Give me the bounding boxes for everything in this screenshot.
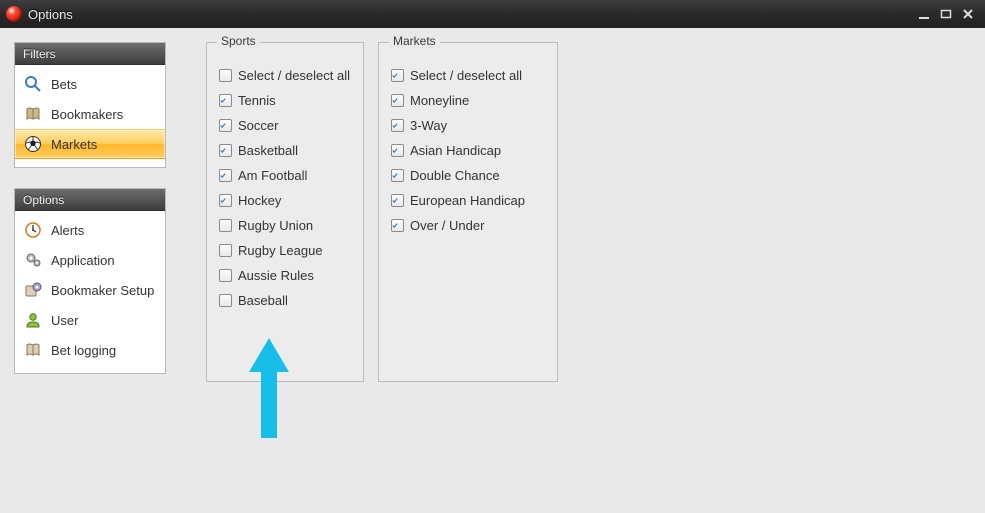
gears-icon [23,250,43,270]
content-area: Sports Select / deselect allTennisSoccer… [206,42,558,382]
checkbox-label: Moneyline [410,93,469,108]
sidebar-item-markets[interactable]: Markets [15,129,165,159]
checkbox[interactable] [219,219,232,232]
sidebar-item-label: Alerts [51,223,84,238]
sidebar-item-bet-logging[interactable]: Bet logging [15,335,165,365]
sidebar-item-label: Application [51,253,115,268]
checkbox[interactable] [391,119,404,132]
checkbox[interactable] [391,169,404,182]
checkbox-label: European Handicap [410,193,525,208]
checkbox-label: 3-Way [410,118,447,133]
checkbox-row[interactable]: Select / deselect all [219,63,351,88]
sidebar-item-label: Bookmakers [51,107,123,122]
book-icon [23,104,43,124]
checkbox-row[interactable]: Double Chance [391,163,545,188]
checkbox-label: Basketball [238,143,298,158]
checkbox-label: Am Football [238,168,307,183]
checkbox-row[interactable]: European Handicap [391,188,545,213]
checkbox[interactable] [391,69,404,82]
checkbox-row[interactable]: Hockey [219,188,351,213]
checkbox-label: Select / deselect all [410,68,522,83]
minimize-button[interactable] [913,5,935,23]
checkbox-label: Select / deselect all [238,68,350,83]
window-title: Options [28,7,73,22]
checkbox-row[interactable]: 3-Way [391,113,545,138]
soccer-icon [23,134,43,154]
sidebar-header-options: Options [15,189,165,211]
checkbox-label: Tennis [238,93,276,108]
checkbox-row[interactable]: Select / deselect all [391,63,545,88]
user-icon [23,310,43,330]
sidebar-item-bets[interactable]: Bets [15,69,165,99]
sidebar-item-label: Bets [51,77,77,92]
sidebar-item-bookmaker-setup[interactable]: Bookmaker Setup [15,275,165,305]
checkbox[interactable] [219,119,232,132]
groupbox-markets: Markets Select / deselect allMoneyline3-… [378,42,558,382]
sidebar-item-label: Bookmaker Setup [51,283,154,298]
checkbox[interactable] [391,219,404,232]
checkbox-row[interactable]: Tennis [219,88,351,113]
groupbox-legend: Sports [217,34,260,48]
checkbox-row[interactable]: Aussie Rules [219,263,351,288]
booklog-icon [23,340,43,360]
checkbox-label: Baseball [238,293,288,308]
maximize-button[interactable] [935,5,957,23]
close-button[interactable] [957,5,979,23]
groupbox-sports: Sports Select / deselect allTennisSoccer… [206,42,364,382]
sidebar-item-bookmakers[interactable]: Bookmakers [15,99,165,129]
sidebar-item-application[interactable]: Application [15,245,165,275]
sidebar-section-options: Options Alerts Application [14,188,166,374]
checkbox-row[interactable]: Soccer [219,113,351,138]
sidebar: Filters Bets Bookmakers [14,42,166,374]
app-icon [6,6,22,22]
checkbox-row[interactable]: Baseball [219,288,351,313]
sidebar-section-filters: Filters Bets Bookmakers [14,42,166,168]
checkbox[interactable] [219,69,232,82]
checkbox-label: Asian Handicap [410,143,501,158]
titlebar: Options [0,0,985,28]
groupbox-legend: Markets [389,34,440,48]
checkbox-label: Over / Under [410,218,484,233]
search-icon [23,74,43,94]
checkbox[interactable] [219,244,232,257]
sidebar-header-filters: Filters [15,43,165,65]
checkbox[interactable] [219,269,232,282]
workspace: Filters Bets Bookmakers [0,28,985,513]
checkbox-label: Rugby League [238,243,323,258]
checkbox-label: Soccer [238,118,278,133]
setup-icon [23,280,43,300]
checkbox[interactable] [391,194,404,207]
checkbox[interactable] [219,169,232,182]
checkbox[interactable] [391,94,404,107]
checkbox-row[interactable]: Asian Handicap [391,138,545,163]
checkbox[interactable] [219,144,232,157]
clock-icon [23,220,43,240]
checkbox-row[interactable]: Basketball [219,138,351,163]
checkbox[interactable] [219,94,232,107]
sidebar-item-label: Markets [51,137,97,152]
checkbox[interactable] [391,144,404,157]
checkbox-row[interactable]: Rugby League [219,238,351,263]
checkbox-label: Rugby Union [238,218,313,233]
checkbox[interactable] [219,194,232,207]
checkbox-label: Hockey [238,193,281,208]
sidebar-item-user[interactable]: User [15,305,165,335]
sidebar-item-alerts[interactable]: Alerts [15,215,165,245]
checkbox-row[interactable]: Over / Under [391,213,545,238]
sidebar-item-label: User [51,313,78,328]
checkbox[interactable] [219,294,232,307]
checkbox-row[interactable]: Am Football [219,163,351,188]
checkbox-row[interactable]: Moneyline [391,88,545,113]
checkbox-row[interactable]: Rugby Union [219,213,351,238]
checkbox-label: Aussie Rules [238,268,314,283]
sidebar-item-label: Bet logging [51,343,116,358]
checkbox-label: Double Chance [410,168,500,183]
